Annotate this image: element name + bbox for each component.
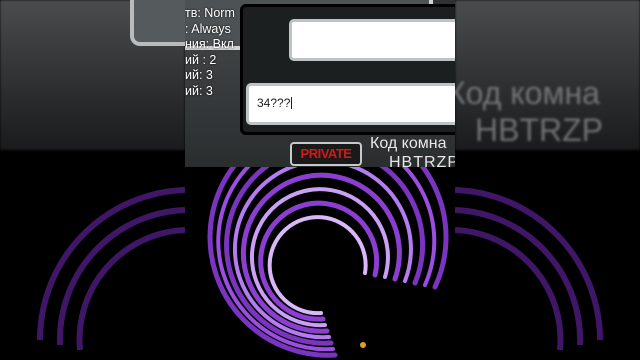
right-blur-panel: Код комна HBTRZP <box>455 0 640 360</box>
game-view: тв: Norm : Always ния: Вкл ий : 2 ий: 3 … <box>185 0 455 360</box>
chat-input-field[interactable]: 34??? <box>246 83 455 125</box>
left-blur-panel <box>0 0 185 360</box>
game-lobby-screen: тв: Norm : Always ния: Вкл ий : 2 ий: 3 … <box>185 0 455 167</box>
room-code-label: Код комна <box>370 135 447 152</box>
right-spiral-blur <box>455 187 603 351</box>
text-caret <box>291 97 293 109</box>
right-blur-code-label: Код комна <box>455 75 600 111</box>
setting-line-5: ий: 3 <box>185 68 213 82</box>
setting-line-3: ния: Вкл <box>185 37 234 51</box>
private-badge[interactable]: PRIVATE <box>290 142 362 166</box>
purple-spiral-graphic <box>207 167 449 358</box>
chat-dialog: 34??? <box>240 4 455 135</box>
left-spiral-blur <box>37 187 185 351</box>
chat-input-value: 34??? <box>257 96 293 110</box>
room-code-value: HBTRZP <box>389 154 455 167</box>
setting-line-2: : Always <box>185 21 231 36</box>
right-blur-code-value: HBTRZP <box>475 112 603 148</box>
left-blur-frame <box>130 0 185 46</box>
chat-message-field[interactable] <box>289 19 455 61</box>
setting-line-1: тв: Norm <box>185 6 235 20</box>
game-settings-list: тв: Norm : Always ния: Вкл ий : 2 ий: 3 … <box>185 6 235 99</box>
yellow-dot <box>360 342 366 348</box>
setting-line-4: ий : 2 <box>185 52 217 67</box>
setting-line-6: ий: 3 <box>185 83 213 98</box>
